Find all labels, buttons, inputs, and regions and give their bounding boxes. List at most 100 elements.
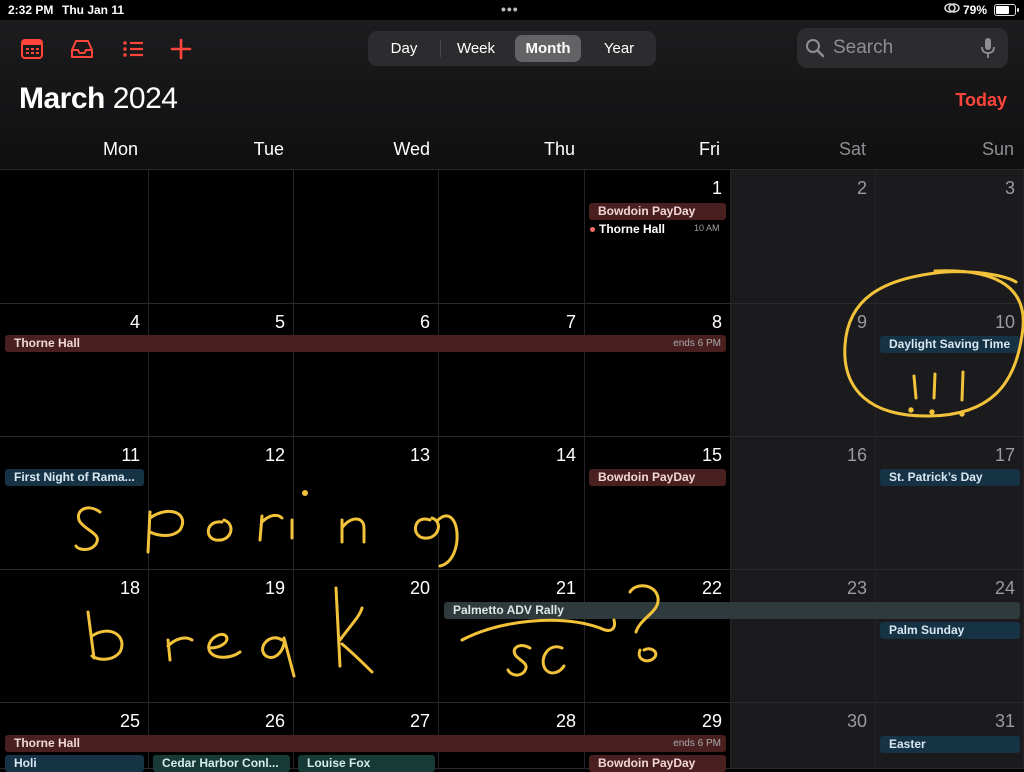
day-number: 12 (264, 445, 285, 465)
event-end-time: ends 6 PM (673, 738, 721, 749)
day-number: 10 (994, 312, 1015, 332)
segment-month[interactable]: Month (515, 35, 581, 62)
weekday-thu: Thu (543, 139, 575, 159)
year-label: 2024 (112, 82, 178, 115)
segment-week[interactable]: Week (444, 35, 508, 62)
day-number: 19 (264, 578, 285, 598)
day-cell[interactable]: 11 (0, 437, 149, 570)
search-placeholder: Search (833, 37, 894, 58)
day-number: 6 (419, 312, 430, 332)
event-bowdoin-payday[interactable]: Bowdoin PayDay (589, 203, 726, 220)
day-cell[interactable]: 7 (439, 304, 585, 437)
list-view-icon[interactable] (120, 36, 146, 62)
day-cell[interactable]: 23 (731, 570, 876, 703)
day-number: 26 (264, 711, 285, 731)
day-number: 22 (701, 578, 722, 598)
day-cell-empty[interactable] (294, 170, 439, 304)
day-number: 31 (994, 711, 1015, 731)
event-daylight-saving[interactable]: Daylight Saving Time (880, 336, 1020, 353)
status-bar: 2:32 PM Thu Jan 11 ••• 79% (0, 0, 1024, 20)
calendar-header: Day Week Month Year Search March 2024 To… (0, 20, 1024, 170)
battery-icon (994, 4, 1019, 16)
event-end-time: ends 6 PM (673, 338, 721, 349)
event-title: Thorne Hall (14, 736, 81, 750)
event-cedar-harbor[interactable]: Cedar Harbor Conl... (153, 755, 290, 772)
day-cell[interactable]: 15 (585, 437, 731, 570)
status-date: Thu Jan 11 (62, 3, 125, 17)
event-st-patricks-day[interactable]: St. Patrick’s Day (880, 469, 1020, 486)
day-cell-empty[interactable] (0, 170, 149, 304)
day-cell[interactable]: 17 (876, 437, 1024, 570)
event-time: 10 AM (694, 223, 720, 233)
add-event-icon[interactable] (168, 36, 194, 62)
day-number: 1 (711, 178, 722, 198)
day-number: 30 (846, 711, 867, 731)
month-grid: 1 2 3 4 5 6 7 8 9 10 11 12 13 14 15 16 1… (0, 169, 1024, 772)
event-holi[interactable]: Holi (5, 755, 144, 772)
event-palmetto-adv-rally[interactable]: Palmetto ADV Rally (444, 602, 1020, 619)
day-cell[interactable]: 3 (876, 170, 1024, 304)
day-number: 21 (555, 578, 576, 598)
today-button[interactable]: Today (955, 90, 1007, 111)
weekday-fri: Fri (699, 139, 720, 159)
day-cell[interactable]: 18 (0, 570, 149, 703)
weekday-sat: Sat (838, 139, 866, 159)
day-cell[interactable]: 22 (585, 570, 731, 703)
day-cell[interactable]: 21 (439, 570, 585, 703)
weekday-mon: Mon (102, 139, 138, 159)
event-thorne-hall-multiday[interactable]: Thorne Hall ends 6 PM (5, 735, 726, 752)
event-title: Thorne Hall (599, 222, 666, 236)
day-number: 2 (856, 178, 867, 198)
event-ramadan[interactable]: First Night of Rama... (5, 469, 144, 486)
event-bowdoin-payday[interactable]: Bowdoin PayDay (589, 469, 726, 486)
day-cell[interactable]: 8 (585, 304, 731, 437)
day-number: 24 (994, 578, 1015, 598)
weekday-tue: Tue (253, 139, 284, 159)
day-cell-empty[interactable] (439, 170, 585, 304)
event-bowdoin-payday[interactable]: Bowdoin PayDay (589, 755, 726, 772)
multitasking-dots-icon[interactable]: ••• (501, 1, 519, 17)
segment-year[interactable]: Year (586, 35, 652, 62)
day-number: 18 (119, 578, 140, 598)
event-thorne-hall-multiday[interactable]: Thorne Hall ends 6 PM (5, 335, 726, 352)
inbox-icon[interactable] (69, 36, 95, 62)
month-name: March (19, 82, 105, 115)
day-number: 25 (119, 711, 140, 731)
event-dot-icon (590, 227, 595, 233)
event-palm-sunday[interactable]: Palm Sunday (880, 622, 1020, 639)
microphone-icon[interactable] (980, 37, 996, 59)
day-number: 7 (565, 312, 576, 332)
day-cell[interactable]: 9 (731, 304, 876, 437)
view-segmented-control: Day Week Month Year (368, 31, 656, 66)
month-title: March 2024 (19, 82, 178, 116)
day-cell[interactable]: 13 (294, 437, 439, 570)
battery-percentage: 79% (963, 3, 988, 17)
calendars-icon[interactable] (19, 36, 45, 62)
day-cell[interactable]: 2 (731, 170, 876, 304)
day-number: 23 (846, 578, 867, 598)
day-cell[interactable]: 5 (149, 304, 294, 437)
day-number: 15 (701, 445, 722, 465)
day-number: 3 (1004, 178, 1015, 198)
search-field[interactable]: Search (797, 28, 1008, 68)
day-cell[interactable]: 12 (149, 437, 294, 570)
event-thorne-hall[interactable]: Thorne Hall 10 AM (590, 222, 726, 236)
day-cell[interactable]: 14 (439, 437, 585, 570)
event-easter[interactable]: Easter (880, 736, 1020, 753)
event-title: Thorne Hall (14, 336, 81, 350)
day-number: 20 (409, 578, 430, 598)
day-number: 29 (701, 711, 722, 731)
day-cell[interactable]: 20 (294, 570, 439, 703)
day-cell[interactable]: 16 (731, 437, 876, 570)
day-cell[interactable]: 1 (585, 170, 731, 304)
day-cell[interactable]: 30 (731, 703, 876, 769)
day-cell-empty[interactable] (149, 170, 294, 304)
day-cell[interactable]: 4 (0, 304, 149, 437)
event-louise-fox[interactable]: Louise Fox (298, 755, 435, 772)
search-icon (806, 39, 825, 58)
day-cell[interactable]: 6 (294, 304, 439, 437)
day-cell[interactable]: 10 (876, 304, 1024, 437)
day-number: 17 (994, 445, 1015, 465)
segment-day[interactable]: Day (372, 35, 436, 62)
day-cell[interactable]: 19 (149, 570, 294, 703)
